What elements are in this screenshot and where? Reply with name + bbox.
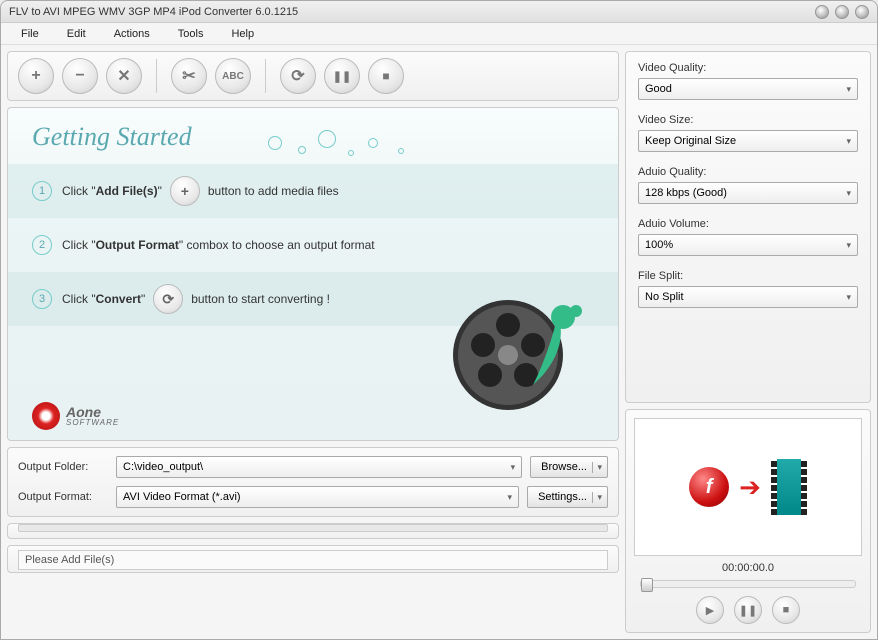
preview-stop-button[interactable]: ■ [772,596,800,624]
stop-button[interactable]: ■ [368,58,404,94]
status-panel: Please Add File(s) [7,545,619,573]
settings-panel: Video Quality: Good Video Size: Keep Ori… [625,51,871,403]
refresh-icon: ⟳ [162,291,174,308]
audio-quality-label: Aduio Quality: [638,166,858,178]
plus-icon: + [31,67,40,85]
toolbar-separator [156,59,157,93]
menubar: File Edit Actions Tools Help [1,23,877,45]
play-icon: ▶ [706,604,714,617]
menu-help[interactable]: Help [231,28,254,40]
status-text: Please Add File(s) [18,550,608,570]
progress-panel [7,523,619,539]
decorative-dots [258,126,458,176]
minus-icon: − [75,67,84,85]
video-size-combo[interactable]: Keep Original Size [638,130,858,152]
play-button[interactable]: ▶ [696,596,724,624]
logo-text: Aone SOFTWARE [66,405,119,427]
audio-quality-combo[interactable]: 128 kbps (Good) [638,182,858,204]
step-number: 2 [32,235,52,255]
settings-button[interactable]: Settings... [527,486,608,508]
output-format-combo[interactable]: AVI Video Format (*.avi) [116,486,519,508]
scissors-icon: ✂ [182,66,195,86]
preview-panel: f ➔ 00:00:00.0 ▶ ❚❚ ■ [625,409,871,633]
flash-icon: f [689,467,729,507]
video-size-label: Video Size: [638,114,858,126]
output-panel: Output Folder: C:\video_output\ Browse..… [7,447,619,517]
x-icon: ✕ [117,66,130,86]
film-reel-illustration [438,275,588,425]
remove-button[interactable]: − [62,58,98,94]
close-button[interactable] [855,5,869,19]
preview-canvas: f ➔ [634,418,862,556]
clear-button[interactable]: ✕ [106,58,142,94]
add-button[interactable]: + [18,58,54,94]
output-folder-row: Output Folder: C:\video_output\ Browse..… [18,456,608,478]
brand-logo: Aone SOFTWARE [32,402,119,430]
cut-button[interactable]: ✂ [171,58,207,94]
pause-icon: ❚❚ [333,70,351,83]
audio-volume-label: Aduio Volume: [638,218,858,230]
convert-mini-button: ⟳ [153,284,183,314]
pause-button[interactable]: ❚❚ [324,58,360,94]
rename-button[interactable]: ABC [215,58,251,94]
progress-bar [18,524,608,532]
logo-icon [32,402,60,430]
step-number: 1 [32,181,52,201]
step-2: 2 Click " Output Format " combox to choo… [8,218,618,272]
step-number: 3 [32,289,52,309]
preview-pause-button[interactable]: ❚❚ [734,596,762,624]
timecode-label: 00:00:00.0 [634,556,862,578]
output-folder-combo[interactable]: C:\video_output\ [116,456,522,478]
right-column: Video Quality: Good Video Size: Keep Ori… [625,51,871,633]
arrow-right-icon: ➔ [739,472,761,503]
menu-actions[interactable]: Actions [114,28,150,40]
browse-button[interactable]: Browse... [530,456,608,478]
refresh-icon: ⟳ [291,66,304,86]
menu-edit[interactable]: Edit [67,28,86,40]
output-format-label: Output Format: [18,491,108,503]
app-window: FLV to AVI MPEG WMV 3GP MP4 iPod Convert… [0,0,878,640]
toolbar: + − ✕ ✂ ABC ⟳ ❚❚ ■ [7,51,619,101]
minimize-button[interactable] [815,5,829,19]
getting-started-panel: Getting Started 1 Click " Add File(s) " … [7,107,619,441]
output-format-row: Output Format: AVI Video Format (*.avi) … [18,486,608,508]
film-strip-icon [771,459,807,515]
left-column: + − ✕ ✂ ABC ⟳ ❚❚ ■ Getting Started [7,51,619,633]
menu-tools[interactable]: Tools [178,28,204,40]
audio-volume-combo[interactable]: 100% [638,234,858,256]
abc-icon: ABC [222,71,244,82]
preview-controls: ▶ ❚❚ ■ [634,596,862,624]
window-buttons [815,5,869,19]
plus-icon: + [181,183,189,199]
content: + − ✕ ✂ ABC ⟳ ❚❚ ■ Getting Started [1,45,877,639]
preview-slider[interactable] [640,580,856,588]
add-mini-button: + [170,176,200,206]
slider-thumb[interactable] [641,578,653,592]
maximize-button[interactable] [835,5,849,19]
menu-file[interactable]: File [21,28,39,40]
pause-icon: ❚❚ [739,604,757,617]
file-split-label: File Split: [638,270,858,282]
toolbar-separator [265,59,266,93]
file-split-combo[interactable]: No Split [638,286,858,308]
convert-button[interactable]: ⟳ [280,58,316,94]
video-quality-combo[interactable]: Good [638,78,858,100]
output-folder-label: Output Folder: [18,461,108,473]
window-title: FLV to AVI MPEG WMV 3GP MP4 iPod Convert… [9,6,815,18]
titlebar: FLV to AVI MPEG WMV 3GP MP4 iPod Convert… [1,1,877,23]
stop-icon: ■ [382,69,389,83]
stop-icon: ■ [783,604,790,616]
video-quality-label: Video Quality: [638,62,858,74]
